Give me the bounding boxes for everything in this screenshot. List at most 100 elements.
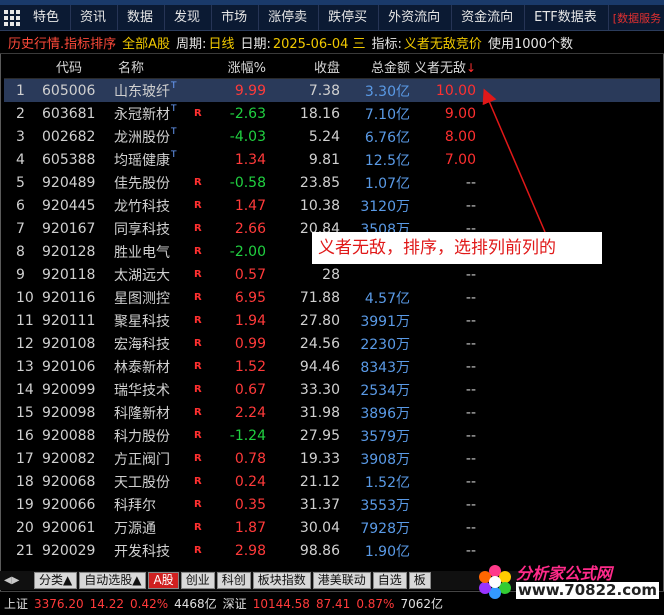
grid-menu-icon[interactable]: [4, 9, 24, 26]
table-row[interactable]: 21 920029 开发科技 R 2.98 98.86 1.90亿 --: [4, 539, 660, 562]
stock-name-text: 科拜尔: [114, 497, 156, 514]
header-change-pct[interactable]: 涨幅%: [212, 57, 272, 76]
row-index: 15: [16, 404, 34, 421]
header-close[interactable]: 收盘: [272, 57, 344, 76]
yizhe-value: --: [465, 358, 476, 375]
menu-item-etf[interactable]: ETF数据表: [525, 5, 609, 30]
table-row[interactable]: 15 920098 科隆新材 R 2.24 31.98 3896万 --: [4, 401, 660, 424]
rzrq-flag: R: [194, 292, 202, 303]
stock-name-text: 天工股份: [114, 474, 170, 491]
table-row[interactable]: 17 920082 方正阀门 R 0.78 19.33 3908万 --: [4, 447, 660, 470]
stock-name-text: 龙竹科技: [114, 198, 170, 215]
menu-item-shichang[interactable]: 市场: [212, 5, 260, 30]
total-amount: 3579万: [360, 428, 410, 445]
sort-desc-arrow-icon[interactable]: ↓: [466, 61, 476, 75]
menu-item-waizi[interactable]: 外资流向: [379, 5, 453, 30]
menu-item-tese[interactable]: 特色: [24, 5, 72, 30]
table-row[interactable]: 14 920099 瑞华技术 R 0.67 33.30 2534万 --: [4, 378, 660, 401]
menu-item-data-service[interactable]: [数据服务: [609, 10, 661, 26]
yizhe-value: 9.00: [444, 105, 476, 122]
menu-item-dietingmai[interactable]: 跌停买: [319, 5, 380, 30]
close-price: 31.98: [299, 404, 340, 421]
table-row[interactable]: 20 920061 万源通 R 1.87 30.04 7928万 --: [4, 516, 660, 539]
indicator-value[interactable]: 义者无敌竞价: [404, 33, 482, 52]
table-row[interactable]: 1 605006 山东玻纤T 9.99 7.38 3.30亿 10.00: [4, 79, 660, 102]
stock-tag-t: T: [171, 80, 177, 91]
row-index: 20: [16, 519, 34, 536]
table-row[interactable]: 16 920088 科力股份 R -1.24 27.95 3579万 --: [4, 424, 660, 447]
stock-tag-t: T: [171, 126, 177, 137]
rzrq-flag: R: [194, 476, 202, 487]
stock-code: 920111: [42, 312, 96, 329]
yizhe-value: --: [465, 427, 476, 444]
stock-name-text: 宏海科技: [114, 336, 170, 353]
table-row[interactable]: 10 920116 星图测控 R 6.95 71.88 4.57亿 --: [4, 286, 660, 309]
stock-name: 山东玻纤T: [112, 81, 194, 101]
table-row[interactable]: 5 920489 佳先股份 R -0.58 23.85 1.07亿 --: [4, 171, 660, 194]
market-tab[interactable]: 科创: [216, 572, 251, 589]
change-pct: 0.24: [234, 473, 266, 490]
table-row[interactable]: 4 605388 均瑶健康T 1.34 9.81 12.5亿 7.00: [4, 148, 660, 171]
rzrq-flag: R: [194, 499, 202, 510]
market-tab[interactable]: A股: [148, 572, 179, 589]
total-amount: 3120万: [360, 198, 410, 215]
table-row[interactable]: 2 603681 永冠新材T R -2.63 18.16 7.10亿 9.00: [4, 102, 660, 125]
stock-name: 龙洲股份T: [112, 127, 194, 147]
stock-code: 605388: [42, 151, 96, 168]
stock-name-text: 万源通: [114, 520, 156, 537]
header-code[interactable]: 代码: [42, 57, 112, 76]
yizhe-value: --: [465, 450, 476, 467]
stock-name: 林泰新材: [112, 357, 194, 377]
stock-name: 科隆新材: [112, 403, 194, 423]
stock-name: 星图测控: [112, 288, 194, 308]
flower-logo-icon: [478, 565, 512, 599]
table-row[interactable]: 11 920111 聚星科技 R 1.94 27.80 3991万 --: [4, 309, 660, 332]
header-amount[interactable]: 总金额: [344, 57, 414, 76]
sz-index-label: 深证: [222, 597, 247, 611]
table-row[interactable]: 12 920108 宏海科技 R 0.99 24.56 2230万 --: [4, 332, 660, 355]
info-bar: 历史行情.指标排序 全部A股 周期: 日线 日期: 2025-06-04 三 指…: [0, 31, 664, 54]
market-tab[interactable]: 港美联动: [312, 572, 371, 589]
tab-scroll-arrows-icon[interactable]: ◀▶: [0, 575, 34, 586]
rzrq-flag: R: [194, 269, 202, 280]
menu-item-zijin[interactable]: 资金流向: [452, 5, 526, 30]
change-pct: 2.24: [234, 404, 266, 421]
menu-item-shuju[interactable]: 数据: [118, 5, 166, 30]
table-row[interactable]: 3 002682 龙洲股份T -4.03 5.24 6.76亿 8.00: [4, 125, 660, 148]
menu-item-faxian[interactable]: 发现: [165, 5, 213, 30]
date-value[interactable]: 2025-06-04 三: [273, 33, 366, 52]
total-amount: 3908万: [360, 451, 410, 468]
close-price: 33.30: [299, 381, 340, 398]
yizhe-value: --: [465, 404, 476, 421]
period-value[interactable]: 日线: [208, 33, 234, 52]
total-amount: 3.30亿: [364, 83, 410, 100]
row-index: 9: [16, 266, 25, 283]
change-pct: 2.98: [234, 542, 266, 559]
menu-item-zhangtingmai[interactable]: 涨停卖: [259, 5, 320, 30]
row-index: 17: [16, 450, 34, 467]
market-tab[interactable]: 自动选股▲: [79, 572, 147, 589]
rzrq-flag: R: [194, 430, 202, 441]
stock-name: 同享科技: [112, 219, 194, 239]
yizhe-value: 8.00: [444, 128, 476, 145]
table-row[interactable]: 19 920066 科拜尔 R 0.35 31.37 3553万 --: [4, 493, 660, 516]
total-amount: 12.5亿: [364, 152, 410, 169]
stock-code: 605006: [42, 82, 96, 99]
market-tab[interactable]: 创业: [180, 572, 215, 589]
stock-code: 920082: [42, 450, 96, 467]
header-name[interactable]: 名称: [112, 57, 194, 76]
market-selector[interactable]: 全部A股: [122, 33, 170, 52]
table-row[interactable]: 9 920118 太湖远大 R 0.57 28 --: [4, 263, 660, 286]
menu-item-zixun[interactable]: 资讯: [71, 5, 119, 30]
stock-code: 920128: [42, 243, 96, 260]
annotation-callout: 义者无敌，排序，选排列前列的: [312, 232, 602, 264]
change-pct: 0.67: [234, 381, 266, 398]
market-tab[interactable]: 自选: [372, 572, 407, 589]
header-yizhe[interactable]: 义者无敌↓: [414, 57, 480, 76]
table-row[interactable]: 13 920106 林泰新材 R 1.52 94.46 8343万 --: [4, 355, 660, 378]
market-tab[interactable]: 板: [408, 572, 431, 589]
table-row[interactable]: 18 920068 天工股份 R 0.24 21.12 1.52亿 --: [4, 470, 660, 493]
table-row[interactable]: 6 920445 龙竹科技 R 1.47 10.38 3120万 --: [4, 194, 660, 217]
market-tab[interactable]: 板块指数: [252, 572, 311, 589]
market-tab[interactable]: 分类▲: [34, 572, 78, 589]
